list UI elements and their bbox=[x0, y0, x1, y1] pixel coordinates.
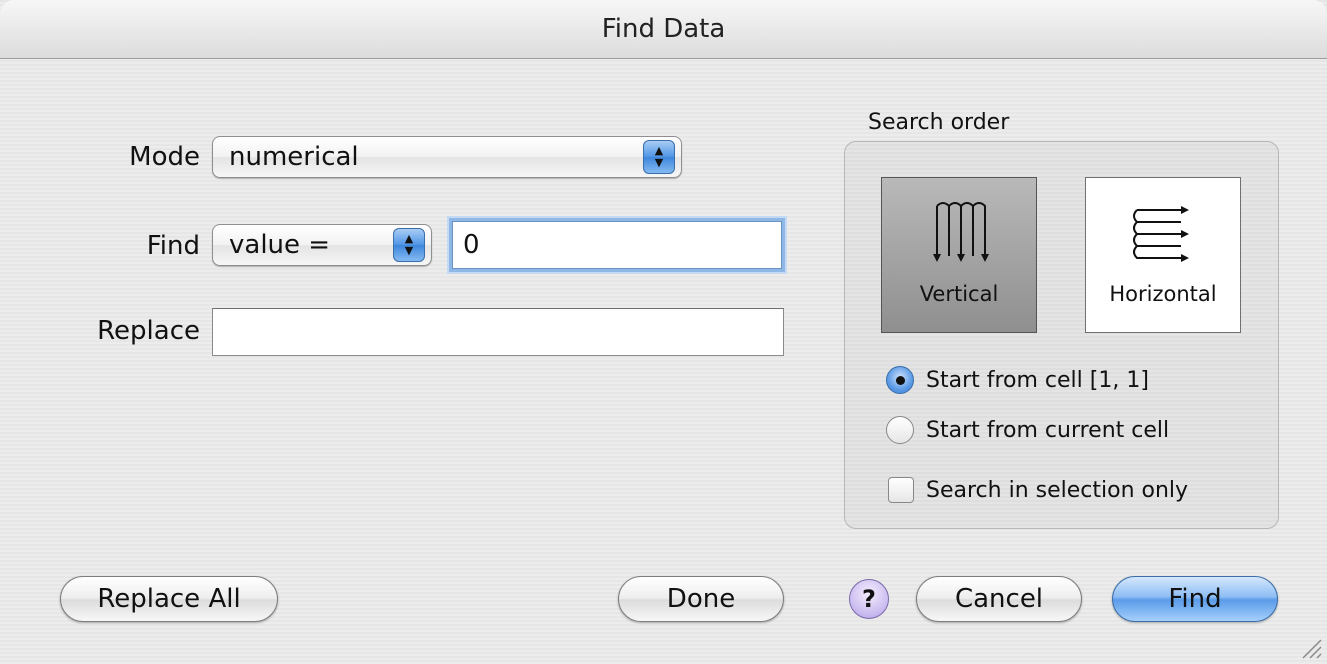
mode-popup-value: numerical bbox=[229, 142, 359, 172]
radio-start-first-cell-label: Start from cell [1, 1] bbox=[926, 367, 1149, 393]
find-label: Find bbox=[146, 231, 200, 261]
title-bar[interactable]: Find Data bbox=[0, 0, 1327, 59]
updown-arrows-icon: ▲ ▼ bbox=[393, 228, 425, 262]
mode-label: Mode bbox=[129, 142, 200, 172]
radio-start-current-cell-label: Start from current cell bbox=[926, 417, 1170, 443]
mode-popup[interactable]: numerical ▲ ▼ bbox=[212, 136, 682, 178]
checkbox[interactable] bbox=[888, 477, 914, 503]
vertical-order-label: Vertical bbox=[919, 282, 999, 306]
done-button[interactable]: Done bbox=[618, 576, 784, 622]
replace-all-button[interactable]: Replace All bbox=[60, 576, 278, 622]
find-operator-value: value = bbox=[229, 230, 331, 260]
horizontal-order-label: Horizontal bbox=[1109, 282, 1217, 306]
replace-label: Replace bbox=[97, 316, 200, 346]
search-order-label: Search order bbox=[868, 110, 1010, 135]
window-title: Find Data bbox=[601, 14, 726, 44]
radio-button[interactable] bbox=[886, 416, 914, 444]
horizontal-zigzag-icon bbox=[1133, 206, 1189, 262]
radio-start-from-current-cell[interactable]: Start from current cell bbox=[886, 416, 1169, 444]
find-button[interactable]: Find bbox=[1112, 576, 1278, 622]
search-selection-only-label: Search in selection only bbox=[926, 477, 1189, 503]
vertical-order-button[interactable]: Vertical bbox=[881, 177, 1037, 333]
horizontal-order-button[interactable]: Horizontal bbox=[1085, 177, 1241, 333]
resize-grip-icon[interactable] bbox=[1297, 634, 1323, 660]
radio-start-from-first-cell[interactable]: Start from cell [1, 1] bbox=[886, 366, 1149, 394]
cancel-button[interactable]: Cancel bbox=[916, 576, 1082, 622]
updown-arrows-icon: ▲ ▼ bbox=[643, 140, 675, 174]
help-button[interactable]: ? bbox=[849, 579, 889, 619]
radio-button-selected[interactable] bbox=[886, 366, 914, 394]
find-value-field[interactable] bbox=[452, 221, 782, 269]
find-data-dialog: Find Data Mode numerical ▲ ▼ Find value =… bbox=[0, 0, 1327, 664]
find-operator-popup[interactable]: value = ▲ ▼ bbox=[212, 224, 432, 266]
search-selection-only-checkbox[interactable]: Search in selection only bbox=[888, 477, 1188, 503]
vertical-zigzag-icon bbox=[933, 202, 989, 262]
replace-field[interactable] bbox=[212, 308, 784, 356]
